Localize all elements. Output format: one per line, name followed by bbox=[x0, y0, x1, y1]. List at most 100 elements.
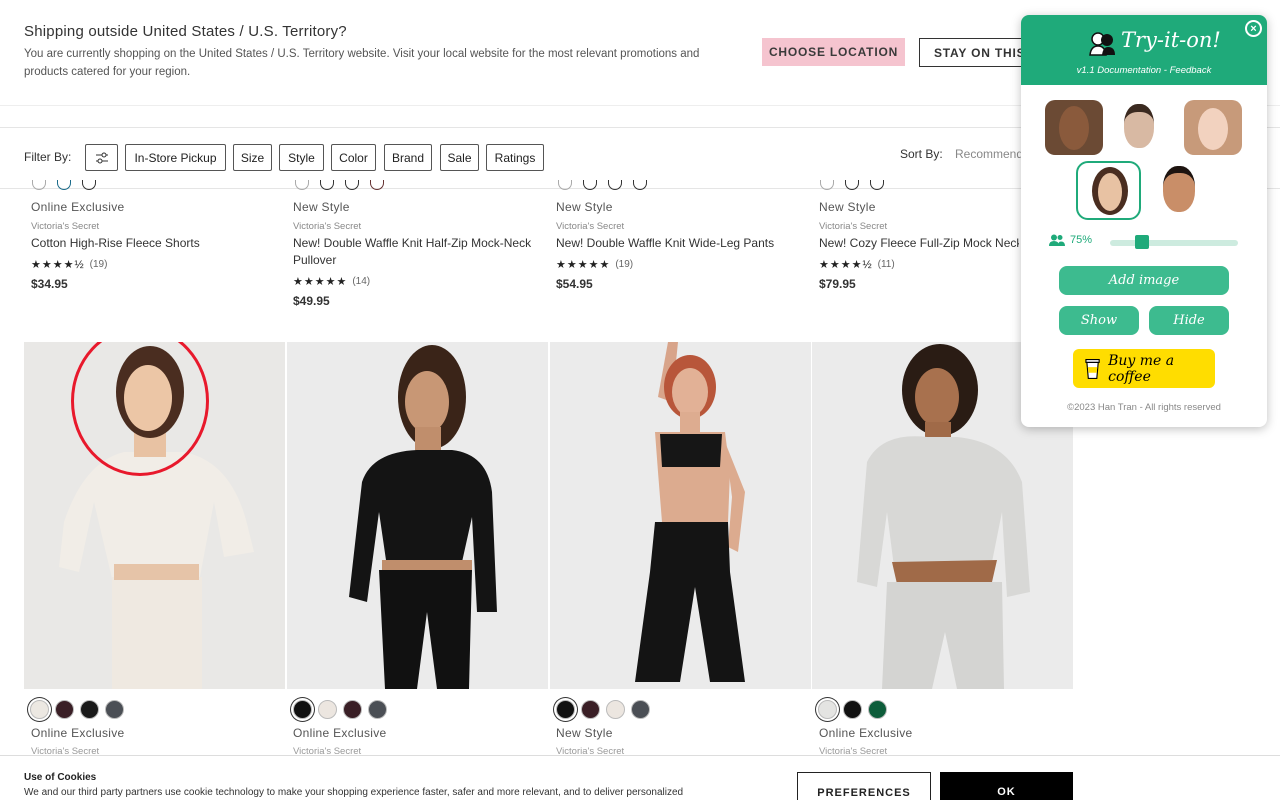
extension-footer: ©2023 Han Tran - All rights reserved bbox=[1067, 402, 1221, 413]
swatch[interactable] bbox=[80, 700, 99, 719]
swatch[interactable] bbox=[55, 700, 74, 719]
product-card[interactable]: Online Exclusive Victoria's Secret bbox=[819, 726, 913, 757]
swatch[interactable] bbox=[843, 700, 862, 719]
try-it-on-panel: Try-it-on! v1.1 Documentation - Feedback… bbox=[1021, 15, 1267, 427]
filter-size[interactable]: Size bbox=[233, 144, 272, 171]
product-card[interactable]: New Style Victoria's Secret New! Double … bbox=[556, 200, 806, 291]
product-image[interactable] bbox=[550, 342, 811, 689]
filter-ratings[interactable]: Ratings bbox=[486, 144, 544, 171]
star-icons: ★★★★★ bbox=[293, 276, 348, 288]
swatch[interactable] bbox=[343, 700, 362, 719]
preferences-button[interactable]: PREFERENCES bbox=[797, 772, 931, 800]
cookie-banner: Use of Cookies We and our third party pa… bbox=[0, 755, 1280, 800]
review-count: (11) bbox=[877, 259, 895, 270]
opacity-slider[interactable] bbox=[1110, 240, 1238, 246]
swatch[interactable] bbox=[631, 700, 650, 719]
swatch[interactable] bbox=[293, 700, 312, 719]
star-icons: ★★★★★ bbox=[556, 259, 611, 271]
face-option-selected[interactable] bbox=[1076, 161, 1141, 220]
swatch[interactable] bbox=[581, 700, 600, 719]
product-badge: Online Exclusive bbox=[819, 726, 913, 740]
product-badge: New Style bbox=[556, 200, 613, 214]
people-logo-icon bbox=[1089, 32, 1115, 56]
product-image[interactable] bbox=[287, 342, 548, 689]
product-badge: Online Exclusive bbox=[31, 200, 125, 214]
star-icons: ★★★★½ bbox=[31, 259, 85, 271]
cookie-body: We and our third party partners use cook… bbox=[24, 787, 684, 798]
product-card[interactable]: Online Exclusive Victoria's Secret Cotto… bbox=[31, 200, 281, 291]
filter-brand[interactable]: Brand bbox=[384, 144, 432, 171]
face-option[interactable] bbox=[1115, 100, 1163, 155]
show-button[interactable]: Show bbox=[1059, 306, 1139, 335]
product-brand: Victoria's Secret bbox=[819, 221, 888, 232]
product-card[interactable]: New Style Victoria's Secret New! Cozy Fl… bbox=[819, 200, 1019, 291]
swatch[interactable] bbox=[368, 700, 387, 719]
product-price: $34.95 bbox=[31, 277, 68, 291]
product-name[interactable]: New! Double Waffle Knit Half-Zip Mock-Ne… bbox=[293, 235, 533, 269]
swatch[interactable] bbox=[105, 700, 124, 719]
filter-style[interactable]: Style bbox=[279, 144, 324, 171]
swatch-group bbox=[30, 700, 124, 719]
extension-links[interactable]: v1.1 Documentation - Feedback bbox=[1021, 65, 1267, 76]
product-card[interactable]: Online Exclusive Victoria's Secret bbox=[31, 726, 125, 757]
product-brand: Victoria's Secret bbox=[556, 221, 625, 232]
sort-label: Sort By: bbox=[900, 147, 943, 161]
product-brand: Victoria's Secret bbox=[31, 221, 100, 232]
users-icon bbox=[1049, 234, 1065, 246]
coffee-label: Buy me a coffee bbox=[1108, 352, 1175, 385]
product-rating: ★★★★½ (19) bbox=[31, 258, 281, 271]
product-image[interactable] bbox=[24, 342, 285, 689]
product-rating: ★★★★★ (19) bbox=[556, 258, 806, 271]
product-name[interactable]: New! Cozy Fleece Full-Zip Mock Neck Jack… bbox=[819, 235, 1019, 252]
face-option[interactable] bbox=[1156, 163, 1201, 218]
review-count: (14) bbox=[352, 276, 371, 287]
product-name[interactable]: New! Double Waffle Knit Wide-Leg Pants bbox=[556, 235, 806, 252]
product-card[interactable]: Online Exclusive Victoria's Secret bbox=[293, 726, 387, 757]
star-icons: ★★★★½ bbox=[819, 259, 873, 271]
product-rating: ★★★★★ (14) bbox=[293, 275, 533, 288]
swatch-group bbox=[293, 700, 387, 719]
swatch-group bbox=[818, 700, 887, 719]
buy-me-a-coffee-button[interactable]: Buy me a coffee bbox=[1073, 349, 1215, 388]
swatch[interactable] bbox=[556, 700, 575, 719]
swatch-group bbox=[556, 700, 650, 719]
product-badge: Online Exclusive bbox=[293, 726, 387, 740]
product-price: $79.95 bbox=[819, 277, 856, 291]
opacity-value: 75% bbox=[1070, 234, 1093, 246]
product-price: $54.95 bbox=[556, 277, 593, 291]
review-count: (19) bbox=[89, 259, 108, 270]
choose-location-button[interactable]: CHOOSE LOCATION bbox=[762, 38, 905, 66]
product-badge: New Style bbox=[819, 200, 876, 214]
filter-color[interactable]: Color bbox=[331, 144, 376, 171]
swatch[interactable] bbox=[606, 700, 625, 719]
sliders-icon bbox=[95, 152, 108, 163]
face-option[interactable] bbox=[1184, 100, 1242, 155]
model-photo bbox=[287, 342, 548, 689]
add-image-button[interactable]: Add image bbox=[1059, 266, 1229, 295]
face-option[interactable] bbox=[1045, 100, 1103, 155]
banner-body: You are currently shopping on the United… bbox=[24, 48, 700, 78]
model-photo bbox=[550, 342, 811, 689]
product-name[interactable]: Cotton High-Rise Fleece Shorts bbox=[31, 235, 281, 252]
filter-label: Filter By: bbox=[24, 150, 72, 164]
filter-in-store-pickup[interactable]: In-Store Pickup bbox=[125, 144, 226, 171]
cookie-title: Use of Cookies bbox=[24, 772, 97, 783]
coffee-cup-icon bbox=[1085, 358, 1100, 379]
swatch[interactable] bbox=[818, 700, 837, 719]
slider-thumb[interactable] bbox=[1135, 235, 1149, 249]
swatch[interactable] bbox=[868, 700, 887, 719]
filter-settings-button[interactable] bbox=[85, 144, 118, 171]
product-rating: ★★★★½ (11) bbox=[819, 258, 1019, 271]
product-price: $49.95 bbox=[293, 294, 330, 308]
hide-button[interactable]: Hide bbox=[1149, 306, 1229, 335]
product-badge: New Style bbox=[293, 200, 350, 214]
ok-button[interactable]: OK bbox=[940, 772, 1073, 800]
swatch[interactable] bbox=[318, 700, 337, 719]
product-badge: New Style bbox=[556, 726, 613, 740]
product-card[interactable]: New Style Victoria's Secret bbox=[556, 726, 624, 757]
swatch[interactable] bbox=[30, 700, 49, 719]
close-icon[interactable]: × bbox=[1245, 20, 1262, 37]
filter-sale[interactable]: Sale bbox=[440, 144, 479, 171]
product-badge: Online Exclusive bbox=[31, 726, 125, 740]
product-card[interactable]: New Style Victoria's Secret New! Double … bbox=[293, 200, 533, 308]
